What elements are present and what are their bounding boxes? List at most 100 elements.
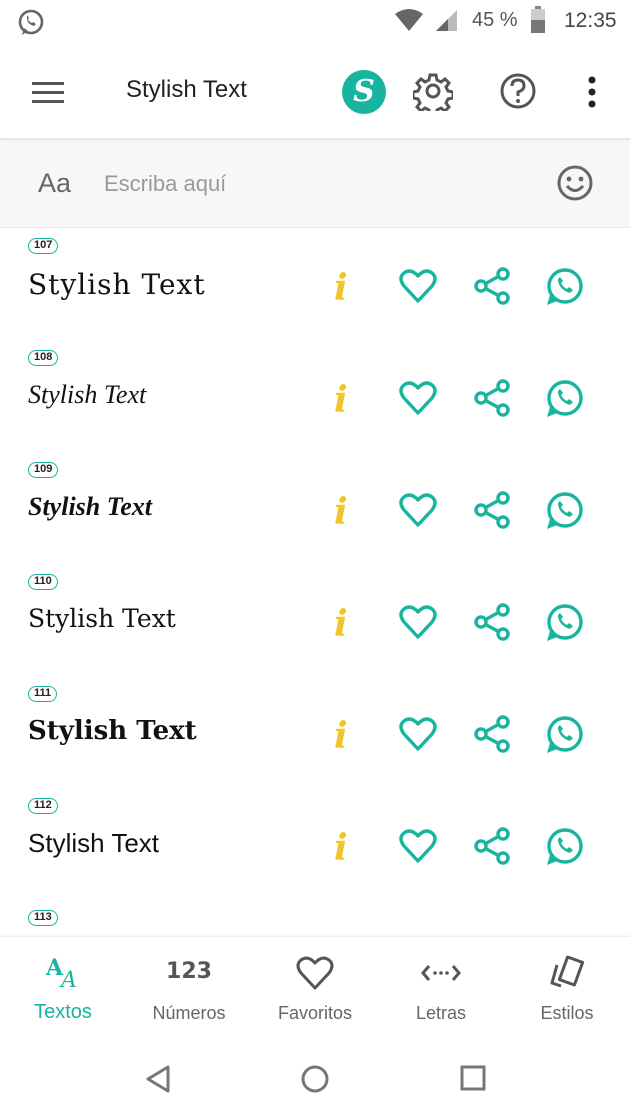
heart-icon [399, 605, 437, 639]
whatsapp-icon [547, 268, 583, 305]
styled-text[interactable]: Stylish Text [28, 604, 176, 633]
share-icon [474, 379, 510, 417]
share-icon [474, 491, 510, 529]
menu-button[interactable] [30, 74, 68, 110]
nav-tab-textos[interactable]: A A Textos [0, 937, 126, 1041]
info-button[interactable]: i [334, 268, 356, 308]
whatsapp-notification-icon [18, 9, 44, 35]
favorite-button[interactable] [398, 378, 438, 423]
whatsapp-icon [547, 380, 583, 417]
whatsapp-icon [547, 828, 583, 865]
whatsapp-icon [547, 492, 583, 529]
heart-icon [399, 493, 437, 527]
arrows-letters-icon [421, 965, 461, 981]
app-logo-button[interactable]: S [342, 70, 386, 114]
favorite-button[interactable] [398, 490, 438, 535]
favorite-button[interactable] [398, 266, 438, 311]
whatsapp-share-button[interactable] [543, 490, 585, 537]
styled-text[interactable]: Stylish Text [28, 492, 152, 522]
text-input[interactable] [104, 162, 524, 206]
styled-text[interactable]: Stylish Text [28, 716, 197, 746]
info-button[interactable]: i [334, 492, 356, 532]
nav-label: Números [152, 1003, 226, 1023]
share-button[interactable] [472, 602, 512, 647]
share-icon [474, 827, 510, 865]
whatsapp-share-button[interactable] [543, 266, 585, 313]
status-bar: 45 % 12:35 [0, 0, 630, 44]
settings-button[interactable] [411, 71, 455, 117]
share-icon [474, 267, 510, 305]
info-button[interactable]: i [334, 380, 356, 420]
heart-icon [399, 381, 437, 415]
nav-tab-numeros[interactable]: 123 Números [126, 937, 252, 1041]
smiley-icon [557, 165, 593, 201]
style-list: 107 Stylish Text i 108 Stylish Text i 10… [0, 228, 630, 936]
font-size-label: Aa [38, 168, 72, 198]
style-number-badge: 108 [28, 350, 59, 366]
info-button[interactable]: i [334, 828, 356, 868]
nav-label: Textos [34, 1001, 92, 1023]
style-number-badge: 107 [28, 238, 59, 254]
list-item: 113 [0, 900, 630, 936]
share-icon [474, 603, 510, 641]
nav-label: Letras [415, 1003, 467, 1023]
whatsapp-icon [547, 604, 583, 641]
share-button[interactable] [472, 714, 512, 759]
system-navigation-bar [0, 1040, 630, 1120]
share-button[interactable] [472, 490, 512, 535]
list-item: 109 Stylish Text i [0, 452, 630, 564]
whatsapp-share-button[interactable] [543, 602, 585, 649]
more-vertical-icon [588, 76, 596, 108]
signal-icon [436, 10, 457, 31]
favorite-button[interactable] [398, 826, 438, 871]
nav-tab-favoritos[interactable]: Favoritos [252, 937, 378, 1041]
style-number-badge: 113 [28, 910, 58, 926]
whatsapp-share-button[interactable] [543, 826, 585, 873]
battery-icon [531, 6, 545, 33]
help-icon [500, 73, 536, 109]
heart-icon [296, 956, 334, 990]
favorite-button[interactable] [398, 602, 438, 647]
style-number-badge: 111 [28, 686, 58, 702]
help-button[interactable] [498, 71, 538, 116]
123-icon: 123 [166, 959, 212, 984]
app-bar: Stylish Text S [0, 44, 630, 140]
share-button[interactable] [472, 266, 512, 311]
list-item: 107 Stylish Text i [0, 228, 630, 340]
share-button[interactable] [472, 826, 512, 871]
list-item: 110 Stylish Text i [0, 564, 630, 676]
wifi-icon [395, 9, 423, 31]
svg-text:A: A [59, 968, 77, 993]
battery-percent: 45 % [472, 9, 518, 31]
hamburger-menu-icon [32, 82, 64, 103]
favorite-button[interactable] [398, 714, 438, 759]
emoji-button[interactable] [556, 164, 594, 207]
back-icon[interactable] [144, 1064, 174, 1094]
nav-tab-estilos[interactable]: Estilos [504, 937, 630, 1041]
whatsapp-share-button[interactable] [543, 378, 585, 425]
bottom-navigation: A A Textos 123 Números Favoritos Letras … [0, 936, 630, 1040]
list-item: 108 Stylish Text i [0, 340, 630, 452]
styled-text[interactable]: Stylish Text [28, 268, 206, 301]
overflow-menu-button[interactable] [586, 74, 598, 110]
share-icon [474, 715, 510, 753]
info-button[interactable]: i [334, 716, 356, 756]
styled-text[interactable]: Stylish Text [28, 828, 159, 859]
aa-text-icon: A A [45, 955, 77, 993]
gear-icon [411, 73, 455, 117]
clock: 12:35 [564, 9, 617, 32]
styled-text[interactable]: Stylish Text [28, 380, 146, 410]
nav-tab-letras[interactable]: Letras [378, 937, 504, 1041]
home-icon[interactable] [300, 1064, 330, 1094]
nav-label: Estilos [540, 1003, 594, 1023]
whatsapp-share-button[interactable] [543, 714, 585, 761]
recents-icon[interactable] [460, 1065, 486, 1091]
heart-icon [399, 717, 437, 751]
info-button[interactable]: i [334, 604, 356, 644]
share-button[interactable] [472, 378, 512, 423]
style-number-badge: 112 [28, 798, 58, 814]
app-title: Stylish Text [126, 76, 247, 103]
nav-label: Favoritos [277, 1003, 353, 1023]
list-item: 112 Stylish Text i [0, 788, 630, 900]
style-number-badge: 109 [28, 462, 59, 478]
